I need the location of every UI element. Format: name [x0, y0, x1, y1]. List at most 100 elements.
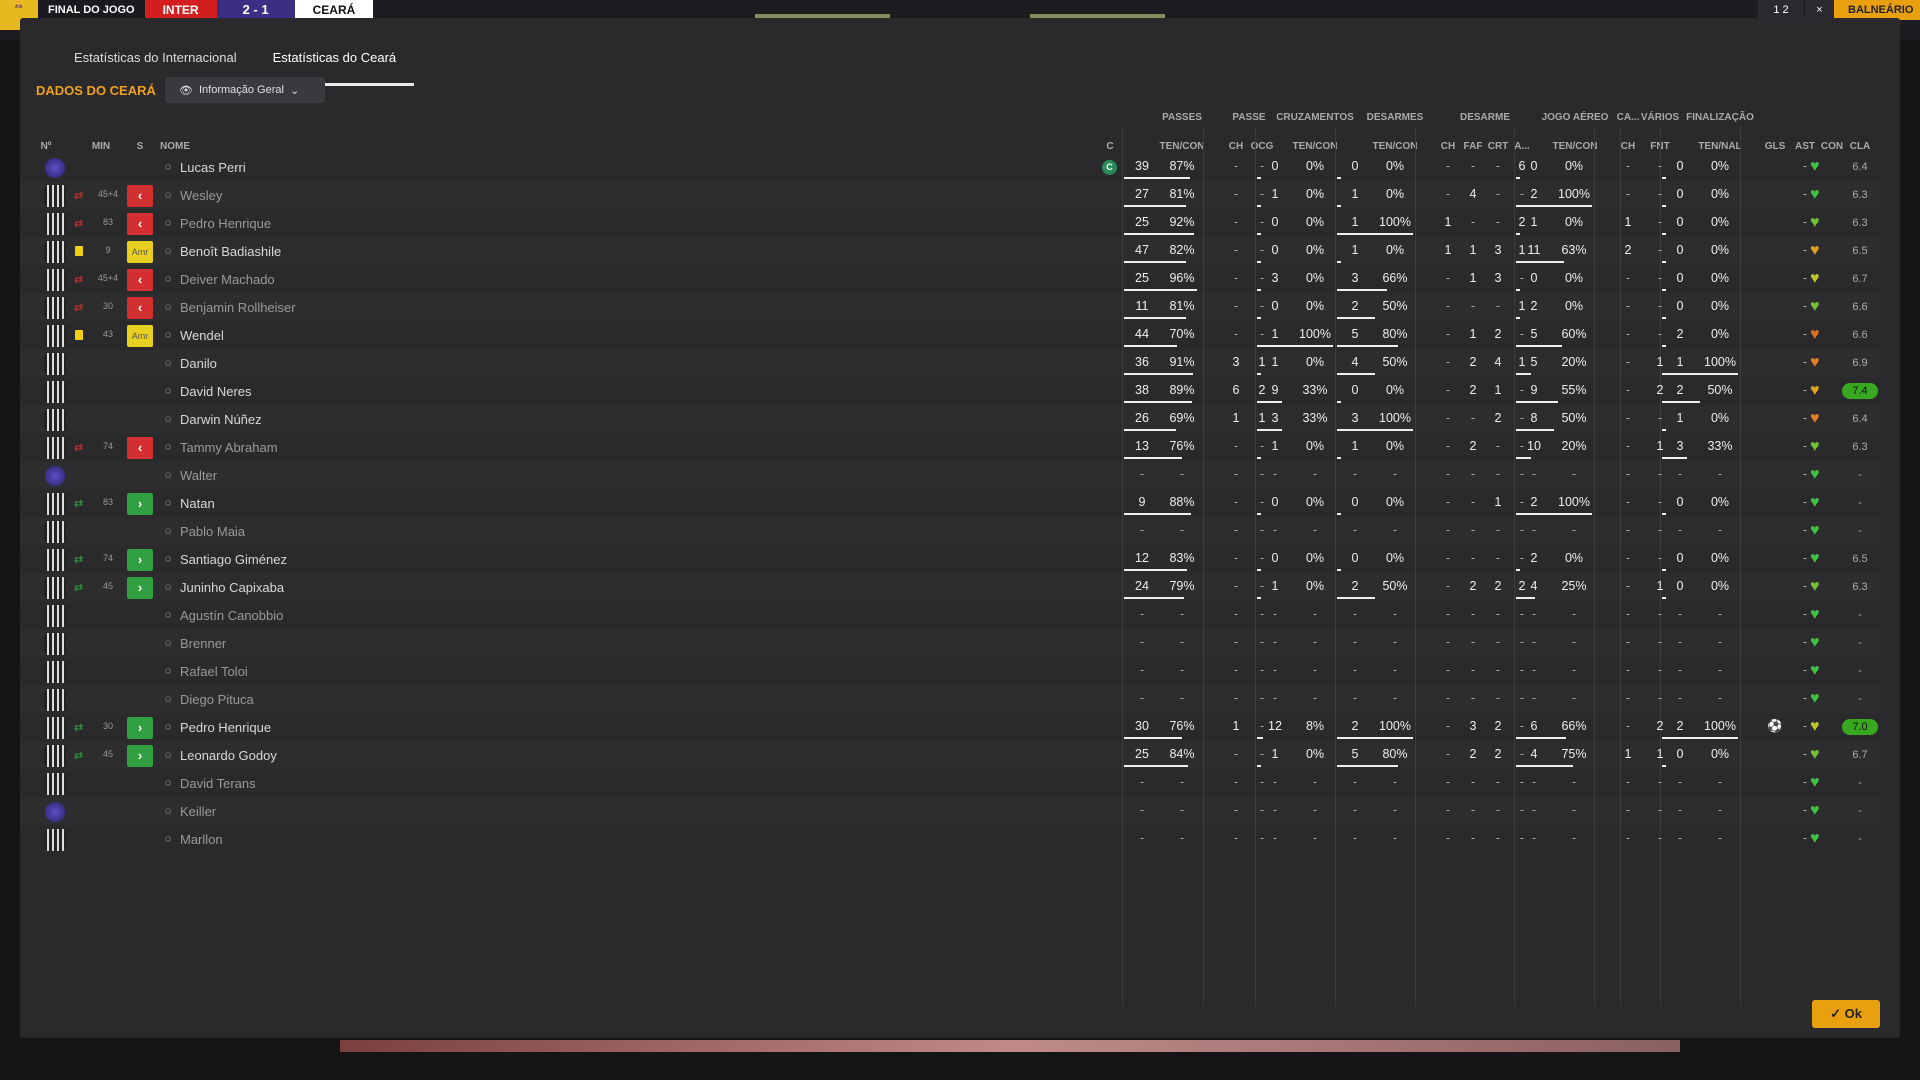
close-icon[interactable]: ×: [1804, 0, 1834, 20]
desarmes-bar: [1337, 765, 1398, 767]
passes-con: 84%: [1169, 747, 1195, 761]
table-row[interactable]: ⇄ 30 › ☺ Pedro Henrique 30 76% 1-12 8% 2 100% -3 2-6…: [20, 714, 1880, 742]
player-name[interactable]: Pablo Maia: [180, 524, 245, 539]
table-row[interactable]: ☺ Darwin Núñez 26 69% 1 1 3 33% 3 100% - -2-8 50% - -1…: [20, 406, 1880, 434]
player-name[interactable]: Lucas Perri: [180, 160, 246, 175]
header-c[interactable]: C: [1100, 141, 1120, 152]
speed-control[interactable]: 1 2: [1758, 0, 1804, 20]
person-icon: ☺: [163, 246, 174, 257]
header-crt[interactable]: CRT: [1486, 141, 1510, 152]
table-row[interactable]: ☺ Pablo Maia - - - - - - - - - - - - - - - - - - - ♥ -: [20, 518, 1880, 546]
header-min[interactable]: MIN: [86, 141, 116, 152]
player-name[interactable]: Wesley: [180, 188, 222, 203]
player-name[interactable]: Natan: [180, 496, 215, 511]
desarmes-bar: [1337, 513, 1341, 515]
player-name[interactable]: Benjamin Rollheiser: [180, 300, 296, 315]
rating: 6.3: [1852, 217, 1868, 229]
table-row[interactable]: ☺ Agustín Canobbio - - - - - - - - - - - - - - - - - - - ♥ -: [20, 602, 1880, 630]
table-row[interactable]: ☺ Brenner - - - - - - - - - - - - - - - - - - - ♥ -: [20, 630, 1880, 658]
balneario-button[interactable]: BALNEÁRIO: [1834, 0, 1920, 20]
table-row[interactable]: ⇄ 74 › ☺ Santiago Giménez 12 83% - -0 0% 0 0% - - - -2 0…: [20, 546, 1880, 574]
player-name[interactable]: Pedro Henrique: [180, 216, 271, 231]
player-name[interactable]: Deiver Machado: [180, 272, 275, 287]
table-row[interactable]: ⇄ 83 ‹ ☺ Pedro Henrique 25 92% - -0 0% 1 100% 1- -2 1 0…: [20, 210, 1880, 238]
header-passes-tc[interactable]: TEN/CON: [1142, 141, 1222, 152]
cruz-ten: 1: [1271, 579, 1279, 593]
table-row[interactable]: ☺ Keiller - - - - - - - - - - - - - - - - - - - ♥ -: [20, 798, 1880, 826]
header-ca-ch[interactable]: CH: [1615, 141, 1641, 152]
eye-icon: 👁: [179, 84, 193, 97]
table-row[interactable]: ☺ Rafael Toloi - - - - - - - - - - - - - - - - - - - ♥ -: [20, 658, 1880, 686]
group-cruzamentos: CRUZAMENTOS: [1276, 112, 1354, 123]
table-row[interactable]: ☺ Walter - - - - - - - - - - - - - - - - - - - ♥ -: [20, 462, 1880, 490]
header-ast[interactable]: AST: [1790, 141, 1820, 152]
player-name[interactable]: Juninho Capixaba: [180, 580, 284, 595]
desarme-faf: 4: [1469, 187, 1477, 201]
header-cla[interactable]: CLA: [1842, 141, 1878, 152]
table-row[interactable]: ☺ Danilo 36 91% 3 1 1 0% 4 50% -2 4 1 5 20% -1 1 100% - ♥ 6.…: [20, 350, 1880, 378]
passe-ch: 1: [1232, 719, 1240, 733]
aereo-ten: 6: [1530, 719, 1538, 733]
header-ocg[interactable]: OCG: [1248, 141, 1276, 152]
header-faf[interactable]: FAF: [1460, 141, 1486, 152]
passe-ch: -: [1233, 243, 1239, 257]
player-name[interactable]: Santiago Giménez: [180, 552, 287, 567]
ok-button[interactable]: ✓ Ok: [1812, 1000, 1880, 1028]
header-aer-tc[interactable]: TEN/CON: [1535, 141, 1615, 152]
table-row[interactable]: ☺ Lucas Perri C 39 87% - -0 0% 0 0% - - -6 0 0% - -0 0% - ♥…: [20, 154, 1880, 182]
table-row[interactable]: ⇄ 45+4 ‹ ☺ Wesley 27 81% - -1 0% 1 0% -4- -2 100% - -0 0%…: [20, 182, 1880, 210]
ca-ch: -: [1625, 495, 1631, 509]
player-name[interactable]: Rafael Toloi: [180, 664, 248, 679]
table-row[interactable]: 9 Amr ☺ Benoît Badiashile 47 82% - -0 0% 1 0% 1 1 3 1 1…: [20, 238, 1880, 266]
player-name[interactable]: Danilo: [180, 356, 217, 371]
player-name[interactable]: Marllon: [180, 832, 223, 847]
header-ch[interactable]: CH: [1224, 141, 1248, 152]
minute-label: 74: [102, 441, 113, 451]
player-name[interactable]: Tammy Abraham: [180, 440, 278, 455]
header-gls[interactable]: GLS: [1760, 141, 1790, 152]
morale-heart-icon: ♥: [1810, 690, 1820, 707]
table-row[interactable]: ☺ Diego Pituca - - - - - - - - - - - - - - - - - - - ♥ -: [20, 686, 1880, 714]
table-row[interactable]: ☺ Marllon - - - - - - - - - - - - - - - - - - - ♥ -: [20, 826, 1880, 854]
player-name[interactable]: Pedro Henrique: [180, 720, 271, 735]
header-num[interactable]: Nº: [36, 141, 56, 152]
header-d-ch[interactable]: CH: [1436, 141, 1460, 152]
rating: -: [1858, 777, 1862, 789]
header-des-tc[interactable]: TEN/CON: [1355, 141, 1435, 152]
finalizacao-ten: 3: [1676, 439, 1684, 453]
player-name[interactable]: Keiller: [180, 804, 216, 819]
player-name[interactable]: Darwin Núñez: [180, 412, 262, 427]
player-name[interactable]: Benoît Badiashile: [180, 244, 281, 259]
header-nome[interactable]: NOME: [160, 141, 200, 152]
rating: 6.9: [1852, 357, 1868, 369]
player-name[interactable]: Wendel: [180, 328, 224, 343]
table-row[interactable]: ⇄ 45+4 ‹ ☺ Deiver Machado 25 96% - -3 0% 3 66% -1 3-0…: [20, 266, 1880, 294]
row-background: [21, 630, 1881, 657]
header-cruz-tc[interactable]: TEN/CON: [1275, 141, 1355, 152]
table-row[interactable]: ⇄ 30 ‹ ☺ Benjamin Rollheiser 11 81% - - 0 0% 2 50% - -…: [20, 294, 1880, 322]
player-name[interactable]: Leonardo Godoy: [180, 748, 277, 763]
table-row[interactable]: ⇄ 45 › ☺ Juninho Capixaba 24 79% - -1 0% 2 50% -2 2 2 4…: [20, 574, 1880, 602]
player-name[interactable]: Brenner: [180, 636, 226, 651]
finalizacao-ten: -: [1677, 467, 1683, 481]
table-row[interactable]: ⇄ 45 › ☺ Leonardo Godoy 25 84% - -1 0% 5 80% -2 2-4 75…: [20, 742, 1880, 770]
player-name[interactable]: Agustín Canobbio: [180, 608, 283, 623]
table-row[interactable]: ⇄ 83 › ☺ Natan 9 88% - -0 0% 0 0% - -1-2 100% - -0 0% - ♥ -: [20, 490, 1880, 518]
passes-bar: [1124, 569, 1187, 571]
desarmes-ten: 1: [1351, 215, 1359, 229]
desarmes-bar: [1337, 457, 1341, 459]
finalizacao-con: 0%: [1710, 327, 1730, 341]
table-row[interactable]: ⇄ 74 ‹ ☺ Tammy Abraham 13 76% - -1 0% 1 0% -2- -10 20%…: [20, 434, 1880, 462]
table-row[interactable]: 43 Amr ☺ Wendel 44 70% - -1 100% 5 80% -1 2-5 60% - -2 0…: [20, 322, 1880, 350]
table-row[interactable]: ☺ David Neres 38 89% 6 2 9 33% 0 0% -2 1-9 55% -2 2 50%…: [20, 378, 1880, 406]
header-s[interactable]: S: [130, 141, 150, 152]
player-name[interactable]: Diego Pituca: [180, 692, 254, 707]
player-name[interactable]: David Neres: [180, 384, 252, 399]
table-row[interactable]: ☺ David Terans - - - - - - - - - - - - - - - - - - - ♥ -: [20, 770, 1880, 798]
finalizacao-ten: 1: [1676, 411, 1684, 425]
header-fin-tn[interactable]: TEN/NAL: [1680, 141, 1760, 152]
player-name[interactable]: Walter: [180, 468, 217, 483]
view-dropdown[interactable]: 👁 Informação Geral ⌄: [165, 77, 325, 103]
player-name[interactable]: David Terans: [180, 776, 256, 791]
desarme-ch: -: [1445, 355, 1451, 369]
